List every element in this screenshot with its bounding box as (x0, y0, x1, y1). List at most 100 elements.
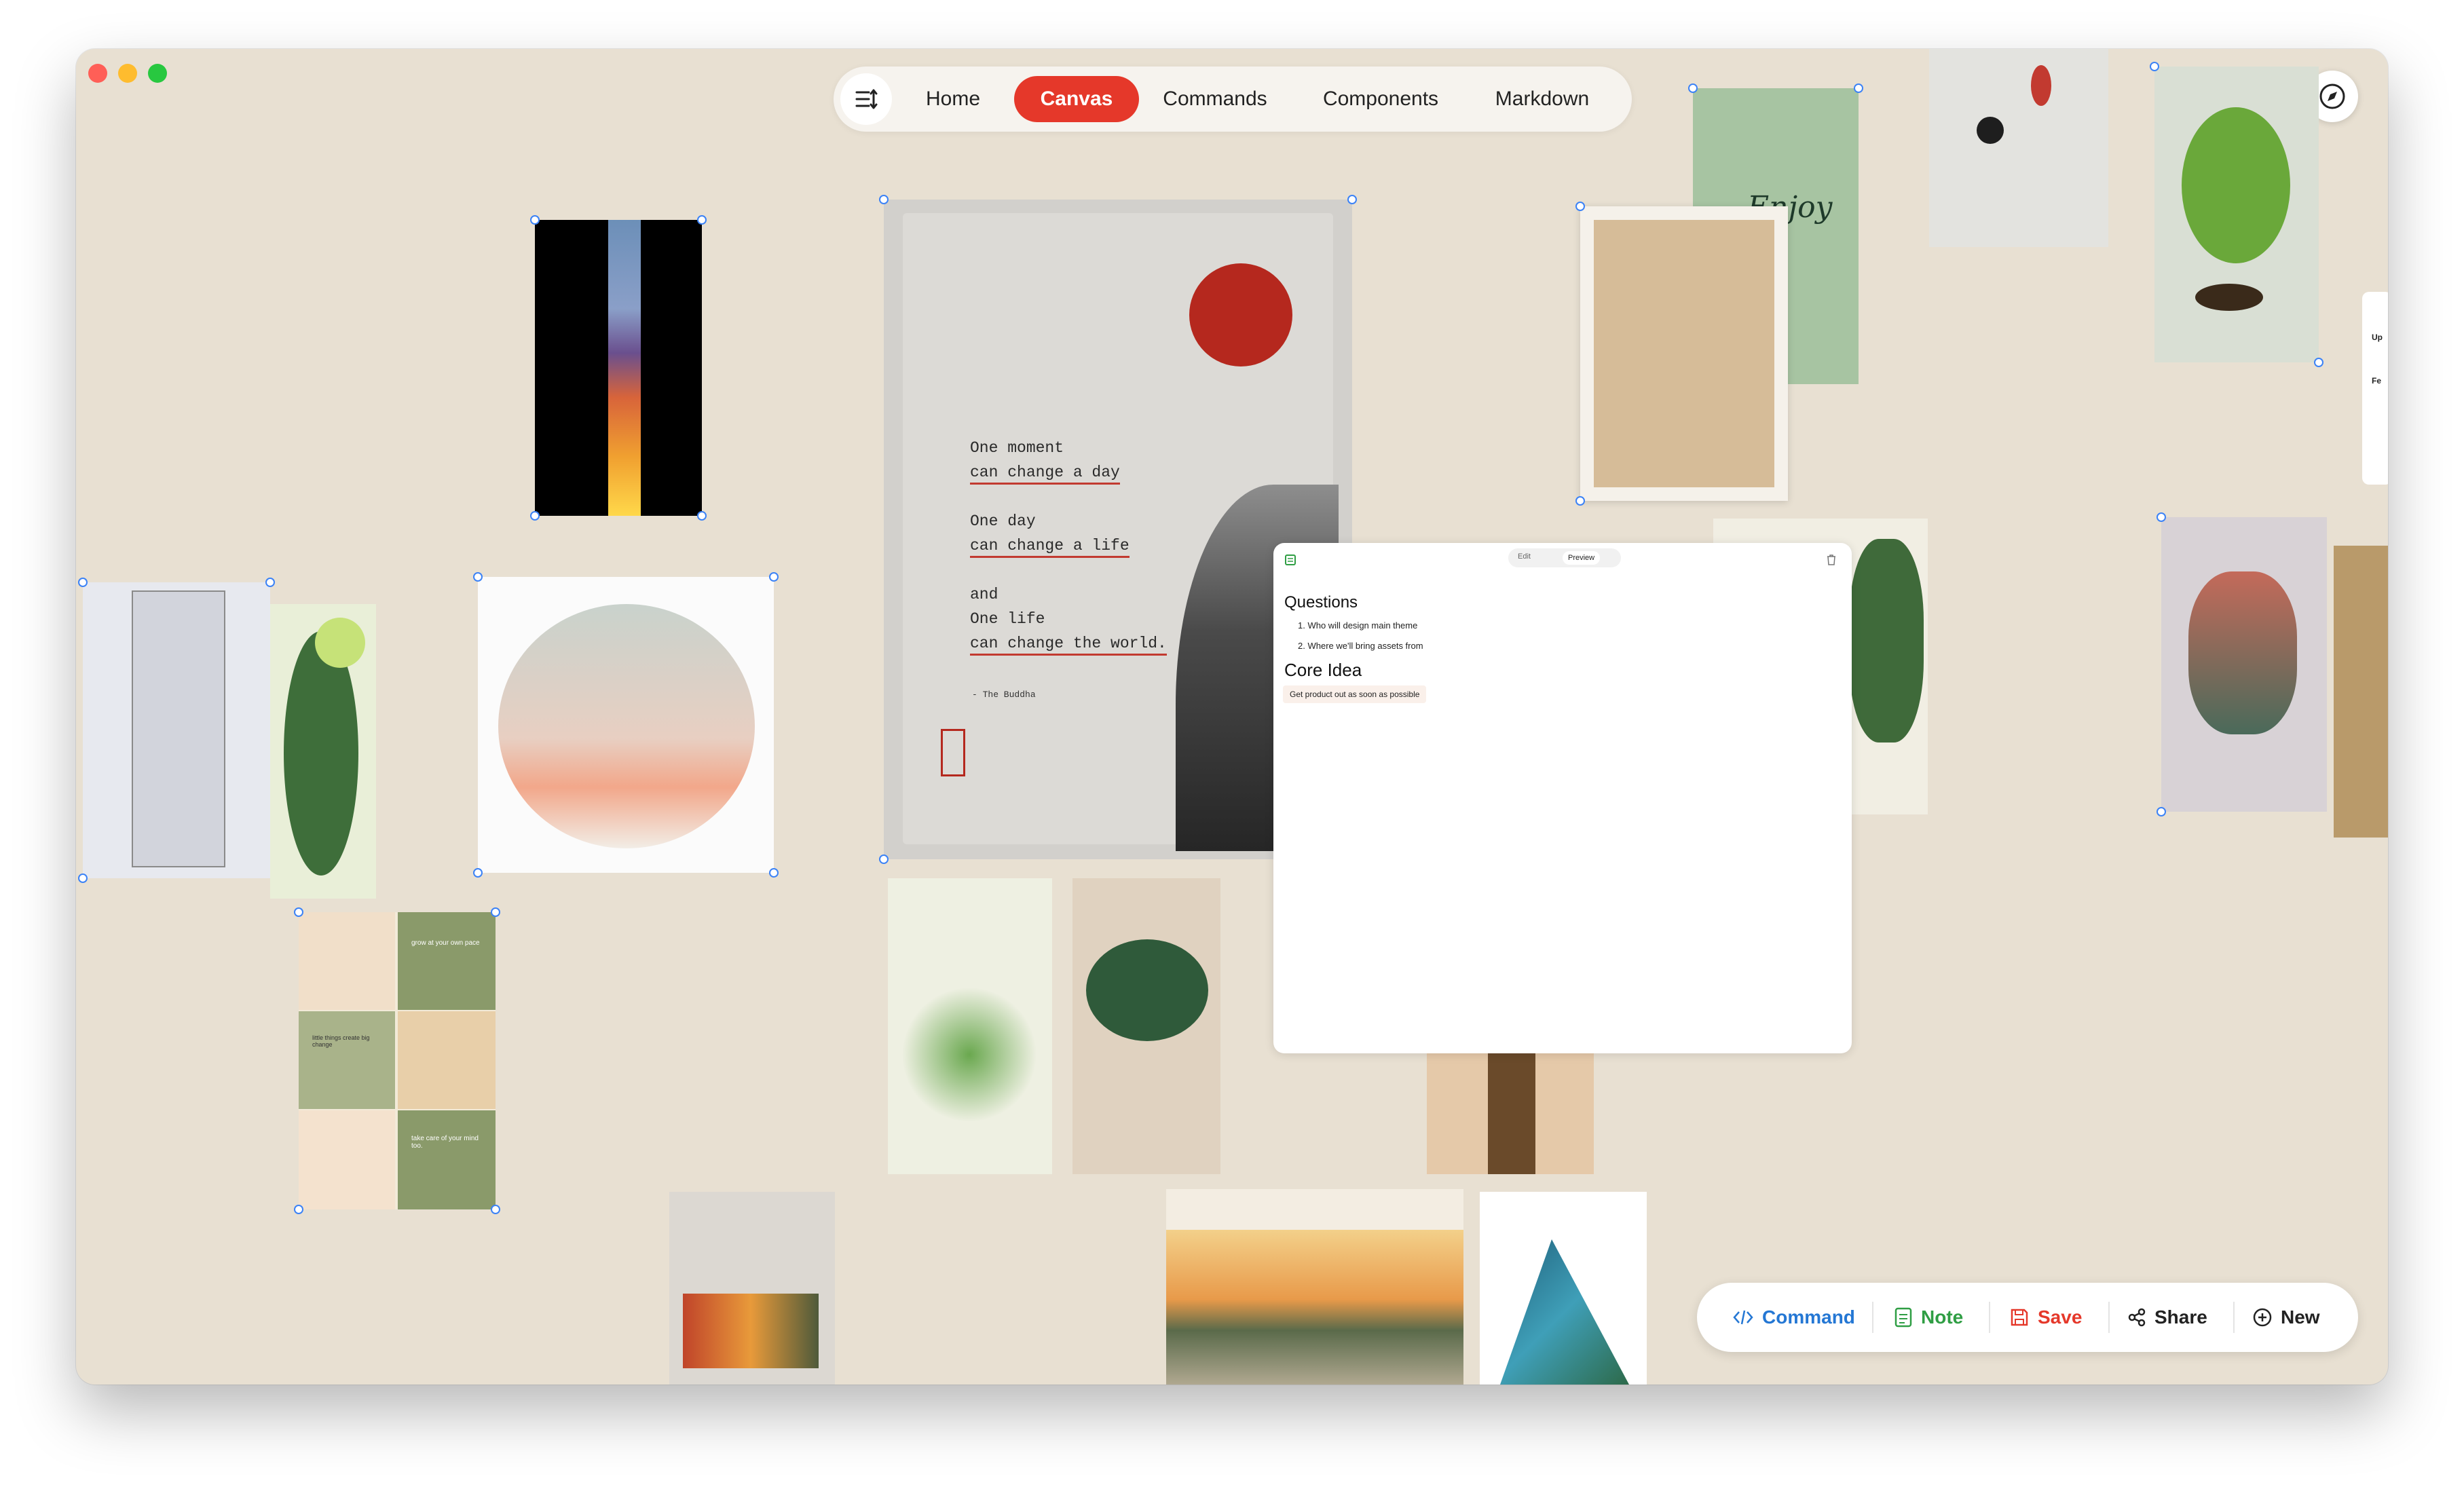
red-sun-shape (1189, 263, 1292, 366)
zoom-window-button[interactable] (148, 64, 167, 83)
grid-tile-text: take care of your mind too. (398, 1110, 496, 1209)
misty-forest-image[interactable] (2161, 517, 2327, 812)
selection-handle[interactable] (294, 1205, 303, 1214)
note-tag: Get product out as soon as possible (1283, 685, 1427, 703)
note-icon (1894, 1307, 1912, 1328)
note-icon (1285, 554, 1296, 565)
colorful-tree-image[interactable] (1427, 1047, 1594, 1174)
selection-handle[interactable] (473, 572, 483, 582)
leaf-bookmark-image[interactable] (83, 582, 270, 878)
boat-tree-image[interactable] (2154, 67, 2319, 362)
save-button[interactable]: Save (2009, 1303, 2082, 1332)
sort-menu-button[interactable] (840, 73, 892, 125)
red-seal-stamp (941, 729, 965, 776)
green-branch-image[interactable] (888, 878, 1052, 1174)
toolbar-divider (1989, 1302, 1990, 1333)
note-button[interactable]: Note (1894, 1303, 1963, 1332)
leaf-shape (284, 631, 358, 876)
save-label: Save (2038, 1307, 2083, 1328)
selection-handle[interactable] (879, 854, 889, 864)
selection-handle[interactable] (530, 511, 540, 521)
tree-foliage-shape (2182, 107, 2290, 263)
selection-handle[interactable] (265, 578, 275, 587)
selection-handle[interactable] (2157, 807, 2166, 816)
note-list-item: 2. Where we'll bring assets from (1298, 641, 1423, 651)
lake-sunset-image[interactable] (1166, 1189, 1463, 1385)
selection-handle[interactable] (769, 868, 779, 878)
sketch-paper (1594, 220, 1774, 487)
close-window-button[interactable] (88, 64, 107, 83)
trash-icon[interactable] (1826, 554, 1837, 566)
side-panel-card[interactable]: Up Fe (2362, 292, 2388, 485)
poem-line: One life (970, 610, 1045, 628)
selection-handle[interactable] (1575, 202, 1585, 211)
poem-line: can change a life (970, 537, 1130, 558)
minimize-window-button[interactable] (118, 64, 137, 83)
tree-trunk-shape (1488, 1047, 1535, 1174)
koi-fish-shape (2031, 65, 2051, 106)
new-button[interactable]: New (2252, 1303, 2320, 1332)
koi-pond-image[interactable] (1929, 49, 2108, 247)
selection-handle[interactable] (1854, 83, 1863, 93)
circle-landscape (498, 604, 755, 848)
preview-toggle[interactable]: Preview (1563, 551, 1601, 565)
lily-pad-shape (1977, 117, 2004, 144)
lake-scene (1166, 1230, 1463, 1385)
toolbar-divider (1872, 1302, 1873, 1333)
selection-handle[interactable] (1347, 195, 1357, 204)
selection-handle[interactable] (1575, 496, 1585, 506)
selection-handle[interactable] (1688, 83, 1698, 93)
selection-handle[interactable] (530, 215, 540, 225)
selection-handle[interactable] (697, 215, 707, 225)
grid-tile (299, 912, 395, 1010)
selection-handle[interactable] (2314, 358, 2323, 367)
selection-handle[interactable] (78, 578, 88, 587)
selection-handle[interactable] (473, 868, 483, 878)
grid-tile-text: grow at your own pace (398, 912, 496, 1010)
grid-tile (398, 1011, 496, 1109)
note-heading: Questions (1284, 593, 1358, 612)
markdown-note-card[interactable]: Edit Preview Questions 1. Who will desig… (1273, 543, 1852, 1053)
selection-handle[interactable] (294, 907, 303, 917)
selection-handle[interactable] (491, 907, 500, 917)
poem-line: and (970, 586, 998, 603)
blue-mountain-image[interactable] (1480, 1192, 1647, 1385)
autumn-forest-image[interactable] (669, 1192, 835, 1385)
forest-shape (683, 1294, 819, 1368)
green-leaf-art-image[interactable] (270, 604, 376, 899)
command-button[interactable]: Command (1732, 1303, 1855, 1332)
selection-handle[interactable] (2157, 512, 2166, 522)
selection-handle[interactable] (78, 873, 88, 883)
toolbar-divider (2233, 1302, 2235, 1333)
bottom-toolbar: Command Note Save Share New (1697, 1283, 2358, 1352)
sunset-strip-image[interactable] (535, 220, 702, 516)
selection-handle[interactable] (491, 1205, 500, 1214)
tab-markdown[interactable]: Markdown (1474, 76, 1610, 122)
sunset-circle-image[interactable] (478, 577, 774, 873)
command-label: Command (1762, 1307, 1855, 1328)
note-list-item: 1. Who will design main theme (1298, 620, 1418, 631)
botanical-sketch-image[interactable] (1580, 206, 1788, 501)
tab-commands[interactable]: Commands (1147, 76, 1283, 122)
save-icon (2011, 1309, 2028, 1326)
share-label: Share (2154, 1307, 2207, 1328)
edit-toggle[interactable]: Edit (1518, 552, 1531, 561)
grid-tile-text: little things create big change (299, 1011, 395, 1109)
tab-home[interactable]: Home (908, 76, 998, 122)
branch-shape (901, 987, 1037, 1123)
selection-handle[interactable] (879, 195, 889, 204)
selection-handle[interactable] (2150, 62, 2159, 71)
tab-components[interactable]: Components (1301, 76, 1461, 122)
share-icon (2128, 1308, 2146, 1327)
poster-attribution: - The Buddha (972, 690, 1036, 700)
wellness-grid-image[interactable]: grow at your own pace little things crea… (299, 912, 496, 1209)
selection-handle[interactable] (697, 511, 707, 521)
tab-canvas[interactable]: Canvas (1014, 76, 1139, 122)
share-button[interactable]: Share (2127, 1303, 2207, 1332)
selection-handle[interactable] (769, 572, 779, 582)
poster-poem: One moment can change a day One day can … (970, 436, 1167, 656)
new-label: New (2281, 1307, 2320, 1328)
poem-line: One moment (970, 439, 1064, 457)
ornate-panel-image[interactable] (2334, 546, 2388, 838)
bonsai-tree-image[interactable] (1072, 878, 1220, 1174)
